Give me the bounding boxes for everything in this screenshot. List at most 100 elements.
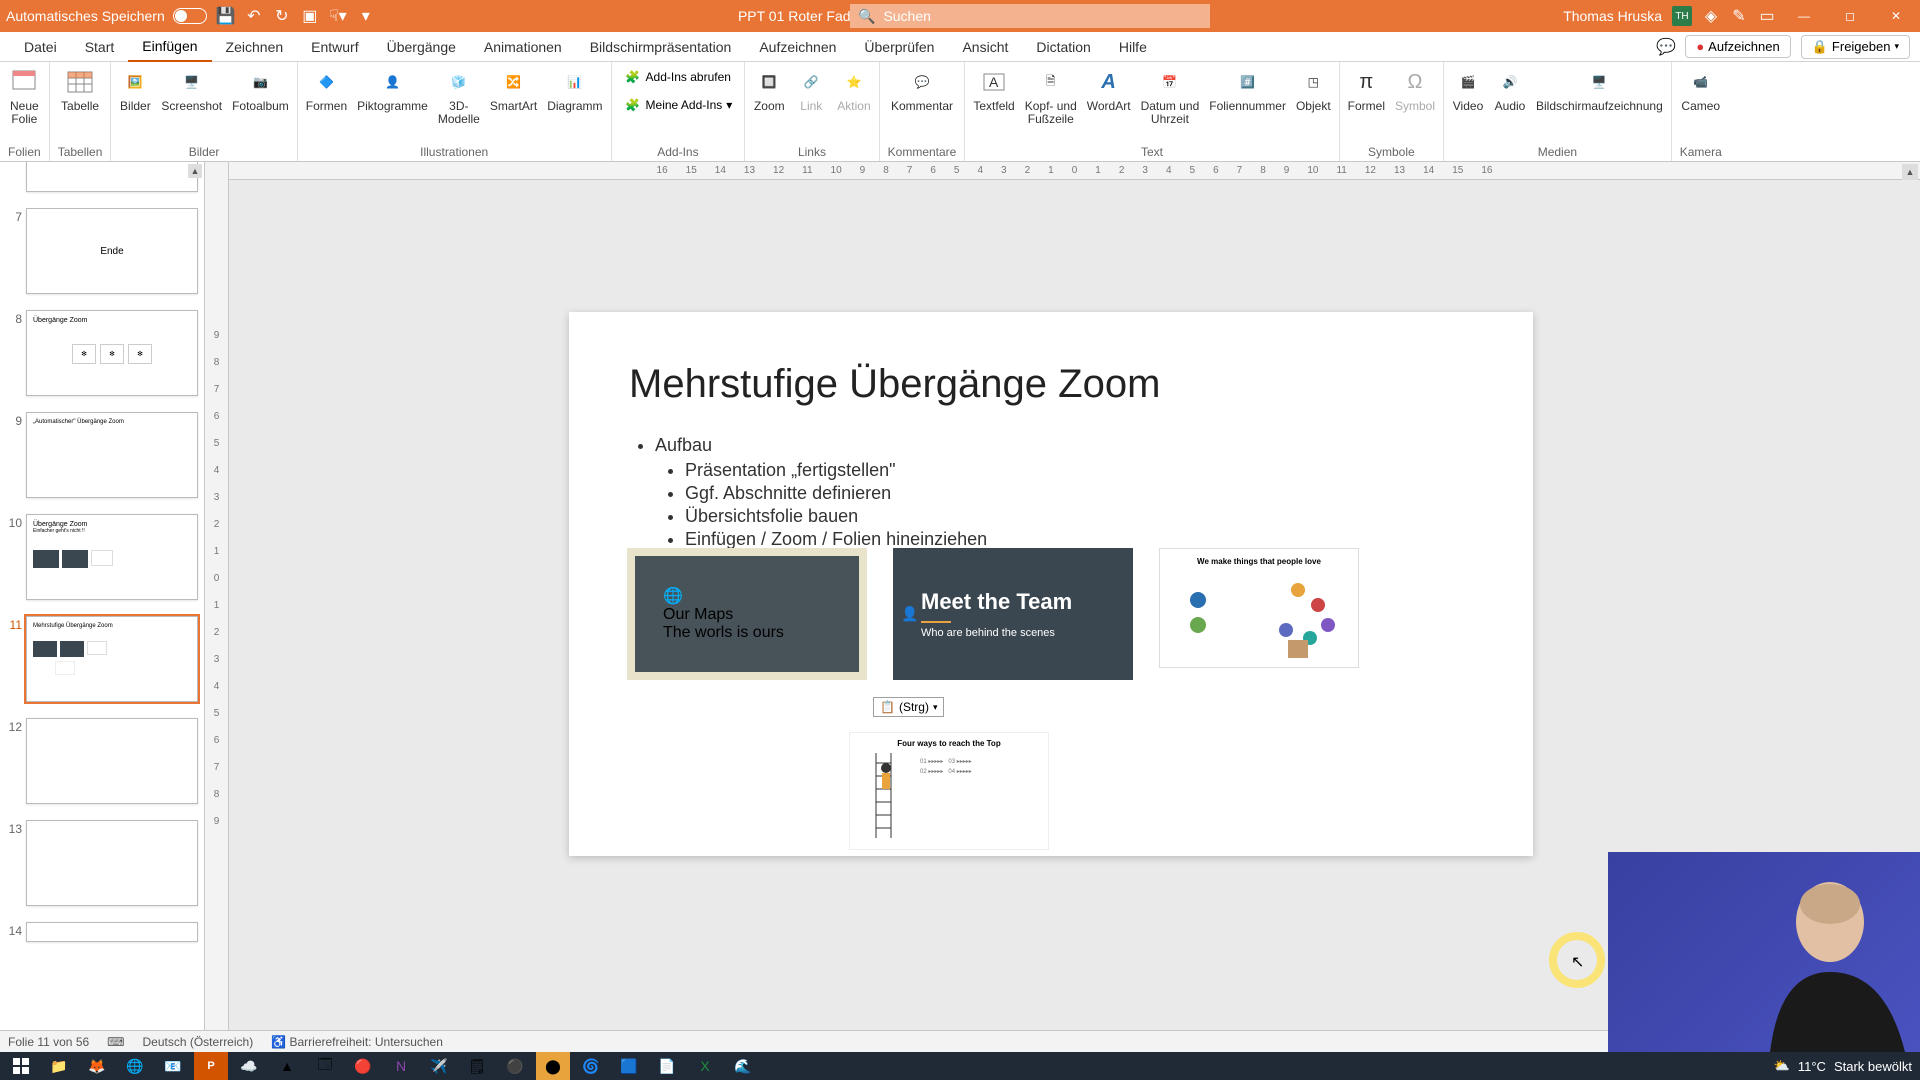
weather-temp[interactable]: 11°C [1798, 1059, 1826, 1074]
redo-icon[interactable]: ↻ [273, 5, 291, 27]
zoom-card-maps[interactable]: 🌐 Our Maps The worls is ours [627, 548, 867, 680]
cmd-fotoalbum[interactable]: 📷Fotoalbum [232, 66, 289, 113]
thumb-13[interactable]: 13 [0, 816, 204, 918]
obs-icon[interactable]: ⚫ [498, 1052, 532, 1080]
minimize-button[interactable]: — [1786, 0, 1822, 32]
excel-icon[interactable]: X [688, 1052, 722, 1080]
toggle-pill[interactable] [173, 8, 207, 24]
zoom-card-white[interactable]: We make things that people love [1159, 548, 1359, 668]
cmd-datum[interactable]: 📅Datum und Uhrzeit [1141, 66, 1200, 126]
app-icon-4[interactable]: 🗒 [460, 1052, 494, 1080]
freigeben-button[interactable]: 🔒Freigeben▾ [1801, 35, 1910, 59]
zoom-card-team[interactable]: 👤 Meet the Team Who are behind the scene… [893, 548, 1133, 680]
thumb-10[interactable]: 10 Übergänge Zoom Einfacher geht's nicht… [0, 510, 204, 612]
cmd-smartart[interactable]: 🔀SmartArt [490, 66, 537, 113]
aufzeichnen-button[interactable]: ●Aufzeichnen [1685, 35, 1790, 58]
cmd-bilder[interactable]: 🖼️Bilder [119, 66, 151, 113]
thumb-slide[interactable]: Übergänge Zoom Einfacher geht's nicht !! [26, 514, 198, 600]
cmd-wordart[interactable]: AWordArt [1087, 66, 1131, 113]
edge-icon[interactable]: 🌊 [726, 1052, 760, 1080]
status-language[interactable]: Deutsch (Österreich) [143, 1035, 254, 1049]
tab-einfuegen[interactable]: Einfügen [128, 32, 211, 62]
thumb-7[interactable]: 7 Ende [0, 204, 204, 306]
touch-mode-icon[interactable]: ☟▾ [329, 5, 347, 27]
user-name[interactable]: Thomas Hruska [1563, 8, 1662, 24]
diamond-icon[interactable]: ◈ [1702, 5, 1720, 27]
explorer-icon[interactable]: 📁 [42, 1052, 76, 1080]
tab-uebergaenge[interactable]: Übergänge [373, 33, 470, 61]
tab-entwurf[interactable]: Entwurf [297, 33, 372, 61]
user-avatar[interactable]: TH [1672, 6, 1692, 26]
app-icon-5[interactable]: ⬤ [536, 1052, 570, 1080]
cmd-foliennummer[interactable]: #️⃣Foliennummer [1209, 66, 1286, 113]
slide-bullets[interactable]: Aufbau Präsentation „fertigstellen" Ggf.… [629, 435, 1473, 550]
zoom-card-lower[interactable]: Four ways to reach the Top 01 ▸▸▸▸▸ 03 ▸… [849, 732, 1049, 850]
close-button[interactable]: ✕ [1878, 0, 1914, 32]
powerpoint-icon[interactable]: P [194, 1052, 228, 1080]
cmd-3dmodelle[interactable]: 🧊3D- Modelle [438, 66, 480, 126]
thumb-slide-selected[interactable]: Mehrstufige Übergänge Zoom [26, 616, 198, 702]
app-icon-2[interactable]: 🗔 [308, 1052, 342, 1080]
tab-zeichnen[interactable]: Zeichnen [212, 33, 298, 61]
weather-text[interactable]: Stark bewölkt [1834, 1059, 1912, 1074]
search-box[interactable]: 🔍 [850, 4, 1210, 28]
slide-title[interactable]: Mehrstufige Übergänge Zoom [629, 362, 1473, 407]
tab-start[interactable]: Start [71, 33, 129, 61]
vlc-icon[interactable]: ▲ [270, 1052, 304, 1080]
thumb-8[interactable]: 8 Übergänge Zoom ✻ ✻ ✻ [0, 306, 204, 408]
thumb-slide[interactable] [26, 718, 198, 804]
cmd-formen[interactable]: 🔷Formen [306, 66, 347, 113]
status-slide-of[interactable]: Folie 11 von 56 [8, 1035, 89, 1049]
pen-icon[interactable]: ✎ [1730, 5, 1748, 27]
tab-aufzeichnen[interactable]: Aufzeichnen [745, 33, 850, 61]
thumb-slide[interactable] [26, 820, 198, 906]
cmd-audio[interactable]: 🔊Audio [1494, 66, 1526, 113]
cmd-cameo[interactable]: 📹Cameo [1681, 66, 1720, 113]
tab-datei[interactable]: Datei [10, 33, 71, 61]
tab-ueberpruefen[interactable]: Überprüfen [850, 33, 948, 61]
weather-icon[interactable]: ⛅ [1774, 1058, 1790, 1074]
cmd-addins-abrufen[interactable]: 🧩Add-Ins abrufen [620, 66, 737, 88]
cmd-zoom[interactable]: 🔲Zoom [753, 66, 785, 113]
tab-dictation[interactable]: Dictation [1022, 33, 1104, 61]
cmd-kopf-fusszeile[interactable]: 🗎Kopf- und Fußzeile [1025, 66, 1077, 126]
chrome-icon[interactable]: 🌐 [118, 1052, 152, 1080]
thumb-slide[interactable]: Übergänge Zoom ✻ ✻ ✻ [26, 310, 198, 396]
thumb-9[interactable]: 9 „Automatischer" Übergänge Zoom [0, 408, 204, 510]
onenote-icon[interactable]: N [384, 1052, 418, 1080]
app-icon[interactable]: ☁️ [232, 1052, 266, 1080]
cmd-video[interactable]: 🎬Video [1452, 66, 1484, 113]
scroll-up-icon[interactable]: ▲ [1902, 164, 1918, 180]
app-icon-7[interactable]: 🟦 [612, 1052, 646, 1080]
tab-animationen[interactable]: Animationen [470, 33, 576, 61]
window-layout-icon[interactable]: ▭ [1758, 5, 1776, 27]
outlook-icon[interactable]: 📧 [156, 1052, 190, 1080]
cmd-tabelle[interactable]: Tabelle [61, 66, 99, 113]
cmd-meine-addins[interactable]: 🧩Meine Add-Ins ▾ [620, 94, 737, 116]
telegram-icon[interactable]: ✈️ [422, 1052, 456, 1080]
app-icon-8[interactable]: 📄 [650, 1052, 684, 1080]
cmd-piktogramme[interactable]: 👤Piktogramme [357, 66, 428, 113]
cmd-screenshot[interactable]: 🖥️Screenshot [161, 66, 222, 113]
autosave-toggle[interactable]: Automatisches Speichern [6, 8, 207, 24]
thumb-scroll-up[interactable]: ▲ [188, 164, 202, 178]
thumb-partial-6[interactable] [0, 162, 204, 204]
save-icon[interactable]: 💾 [217, 5, 235, 27]
thumb-14[interactable]: 14 [0, 918, 204, 954]
tab-bildschirmpraesentation[interactable]: Bildschirmpräsentation [576, 33, 746, 61]
app-icon-3[interactable]: 🔴 [346, 1052, 380, 1080]
firefox-icon[interactable]: 🦊 [80, 1052, 114, 1080]
thumb-slide[interactable]: „Automatischer" Übergänge Zoom [26, 412, 198, 498]
cmd-neue-folie[interactable]: Neue Folie [8, 66, 40, 126]
thumb-slide[interactable]: Ende [26, 208, 198, 294]
undo-icon[interactable]: ↶ [245, 5, 263, 27]
slide-canvas[interactable]: Mehrstufige Übergänge Zoom Aufbau Präsen… [569, 312, 1533, 856]
thumbnail-pane[interactable]: ▲ 7 Ende 8 Übergänge Zoom ✻ ✻ ✻ 9 „Autom… [0, 162, 205, 1052]
cmd-objekt[interactable]: ◳Objekt [1296, 66, 1331, 113]
cmd-textfeld[interactable]: ATextfeld [973, 66, 1014, 113]
qat-customize-icon[interactable]: ▾ [357, 5, 375, 27]
cmd-bildschirmaufzeichnung[interactable]: 🖥️Bildschirmaufzeichnung [1536, 66, 1663, 113]
tab-hilfe[interactable]: Hilfe [1105, 33, 1161, 61]
search-input[interactable] [883, 8, 1202, 24]
maximize-button[interactable]: ◻ [1832, 0, 1868, 32]
